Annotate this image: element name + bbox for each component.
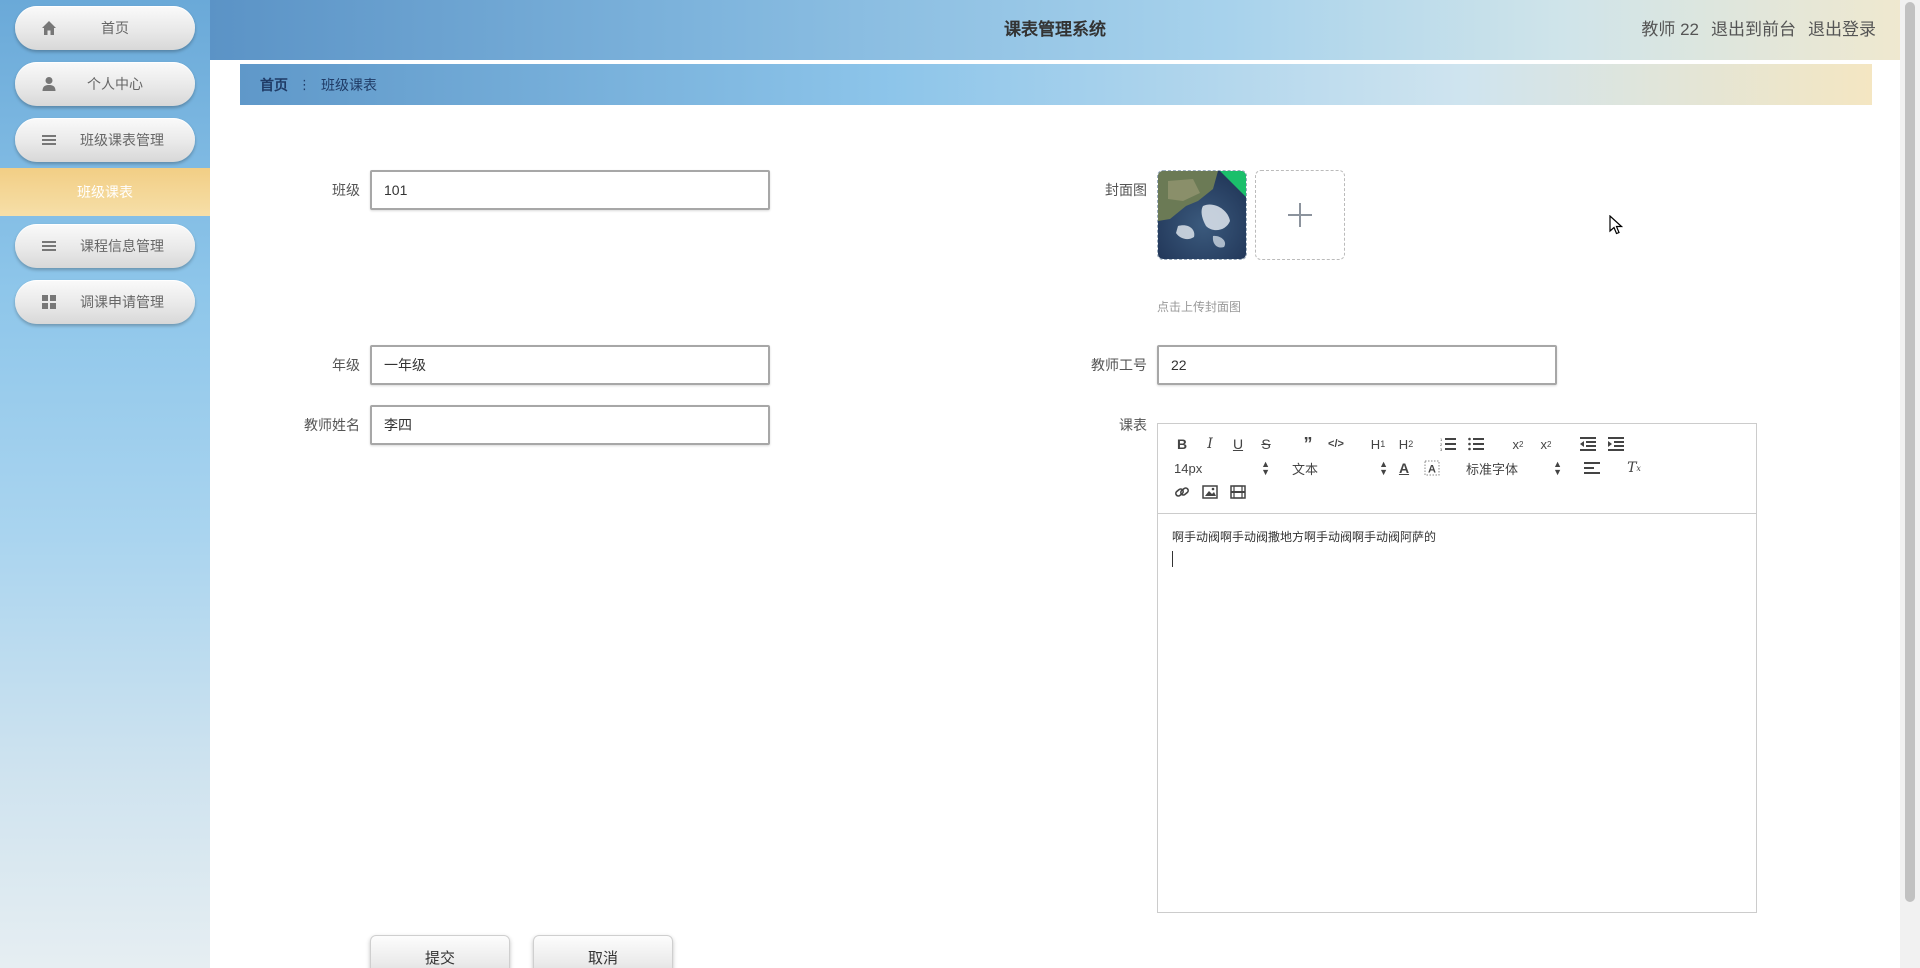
list-icon	[41, 238, 57, 254]
submit-button[interactable]: 提交	[370, 935, 510, 968]
code-block-icon[interactable]: </>	[1324, 432, 1348, 456]
logout-link[interactable]: 退出登录	[1808, 0, 1876, 60]
sidebar-item-reschedule-request-management[interactable]: 调课申请管理	[15, 280, 195, 324]
sidebar-item-class-schedule-management[interactable]: 班级课表管理	[15, 118, 195, 162]
cover-image-thumbnail[interactable]	[1157, 170, 1247, 260]
teacher-id-label: 教师工号	[1091, 357, 1147, 373]
cover-upload-button[interactable]	[1255, 170, 1345, 260]
user-icon	[41, 76, 57, 92]
current-user: 教师 22	[1641, 20, 1699, 39]
sidebar-item-personal-center[interactable]: 个人中心	[15, 62, 195, 106]
header: 课表管理系统 教师 22 退出到前台 退出登录	[210, 0, 1900, 60]
subscript-icon[interactable]: x2	[1506, 432, 1530, 456]
font-size-value: 14px	[1174, 460, 1203, 476]
editor-content-text: 啊手动阀啊手动阀撒地方啊手动阀啊手动阀阿萨的	[1172, 530, 1437, 544]
cover-label: 封面图	[1105, 182, 1147, 198]
sidebar: 首页 个人中心 班级课表管理 班级课表 课程信息管理 调课申请管理	[0, 0, 210, 968]
svg-text:3: 3	[1440, 447, 1443, 451]
editor-content-area[interactable]: 啊手动阀啊手动阀撒地方啊手动阀啊手动阀阿萨的	[1158, 514, 1756, 581]
video-icon[interactable]	[1226, 480, 1250, 504]
select-arrows-icon: ▲ ▼	[1261, 459, 1270, 477]
indent-icon[interactable]	[1604, 432, 1628, 456]
link-icon[interactable]	[1170, 480, 1194, 504]
breadcrumb: 首页 ⋮ 班级课表	[240, 64, 1872, 105]
font-family-value: 标准字体	[1466, 461, 1519, 477]
bold-icon[interactable]: B	[1170, 432, 1194, 456]
heading-2-icon[interactable]: H2	[1394, 432, 1418, 456]
font-family-select[interactable]: 标准字体 ▲ ▼	[1462, 459, 1562, 478]
superscript-icon[interactable]: x2	[1534, 432, 1558, 456]
plus-icon	[1288, 203, 1312, 227]
outdent-icon[interactable]	[1576, 432, 1600, 456]
sidebar-item-course-info-management[interactable]: 课程信息管理	[15, 224, 195, 268]
strikethrough-icon[interactable]: S	[1254, 432, 1278, 456]
underline-icon[interactable]: U	[1226, 432, 1250, 456]
ordered-list-icon[interactable]: 123	[1436, 432, 1460, 456]
image-icon[interactable]	[1198, 480, 1222, 504]
breadcrumb-separator-icon: ⋮	[298, 76, 311, 92]
cancel-button[interactable]: 取消	[533, 935, 673, 968]
teacher-name-input[interactable]	[370, 405, 770, 445]
italic-icon[interactable]: I	[1198, 432, 1222, 456]
svg-text:A: A	[1428, 464, 1436, 476]
sidebar-item-home[interactable]: 首页	[15, 6, 195, 50]
bullet-list-icon[interactable]	[1464, 432, 1488, 456]
font-color-icon[interactable]: A	[1392, 456, 1416, 480]
align-left-icon[interactable]	[1580, 456, 1604, 480]
teacher-id-input[interactable]	[1157, 345, 1557, 385]
grade-input[interactable]	[370, 345, 770, 385]
text-caret	[1172, 551, 1173, 567]
back-to-front-link[interactable]: 退出到前台	[1711, 0, 1796, 60]
grid-icon	[41, 294, 57, 310]
select-arrows-icon: ▲ ▼	[1379, 459, 1388, 477]
paragraph-format-select[interactable]: 文本 ▲ ▼	[1288, 459, 1388, 478]
blockquote-icon[interactable]: ”	[1296, 432, 1320, 456]
paragraph-format-value: 文本	[1292, 461, 1319, 477]
select-arrows-icon: ▲ ▼	[1553, 459, 1562, 477]
class-input[interactable]	[370, 170, 770, 210]
editor-toolbar: B I U S ” </> H1 H2 123 x2 x2 14px ▲ ▼ 文…	[1158, 424, 1756, 514]
cover-upload-hint: 点击上传封面图	[1157, 300, 1242, 314]
sidebar-subitem-class-schedule[interactable]: 班级课表	[0, 168, 210, 216]
grade-label: 年级	[332, 357, 360, 373]
schedule-label: 课表	[1119, 417, 1147, 433]
vertical-scrollbar[interactable]	[1900, 0, 1920, 968]
font-size-select[interactable]: 14px ▲ ▼	[1170, 459, 1270, 477]
clear-format-icon[interactable]: Tx	[1622, 456, 1646, 480]
mouse-pointer-icon	[1609, 214, 1624, 240]
background-color-icon[interactable]: A	[1420, 456, 1444, 480]
header-user-menu: 教师 22 退出到前台 退出登录	[1641, 0, 1876, 60]
scrollbar-thumb[interactable]	[1905, 2, 1915, 902]
schedule-rich-text-editor: B I U S ” </> H1 H2 123 x2 x2 14px ▲ ▼ 文…	[1157, 423, 1757, 913]
list-icon	[41, 132, 57, 148]
teacher-name-label: 教师姓名	[304, 417, 360, 433]
breadcrumb-home[interactable]: 首页	[260, 75, 288, 95]
class-label: 班级	[332, 182, 360, 198]
home-icon	[41, 20, 57, 36]
heading-1-icon[interactable]: H1	[1366, 432, 1390, 456]
breadcrumb-current: 班级课表	[321, 76, 377, 93]
